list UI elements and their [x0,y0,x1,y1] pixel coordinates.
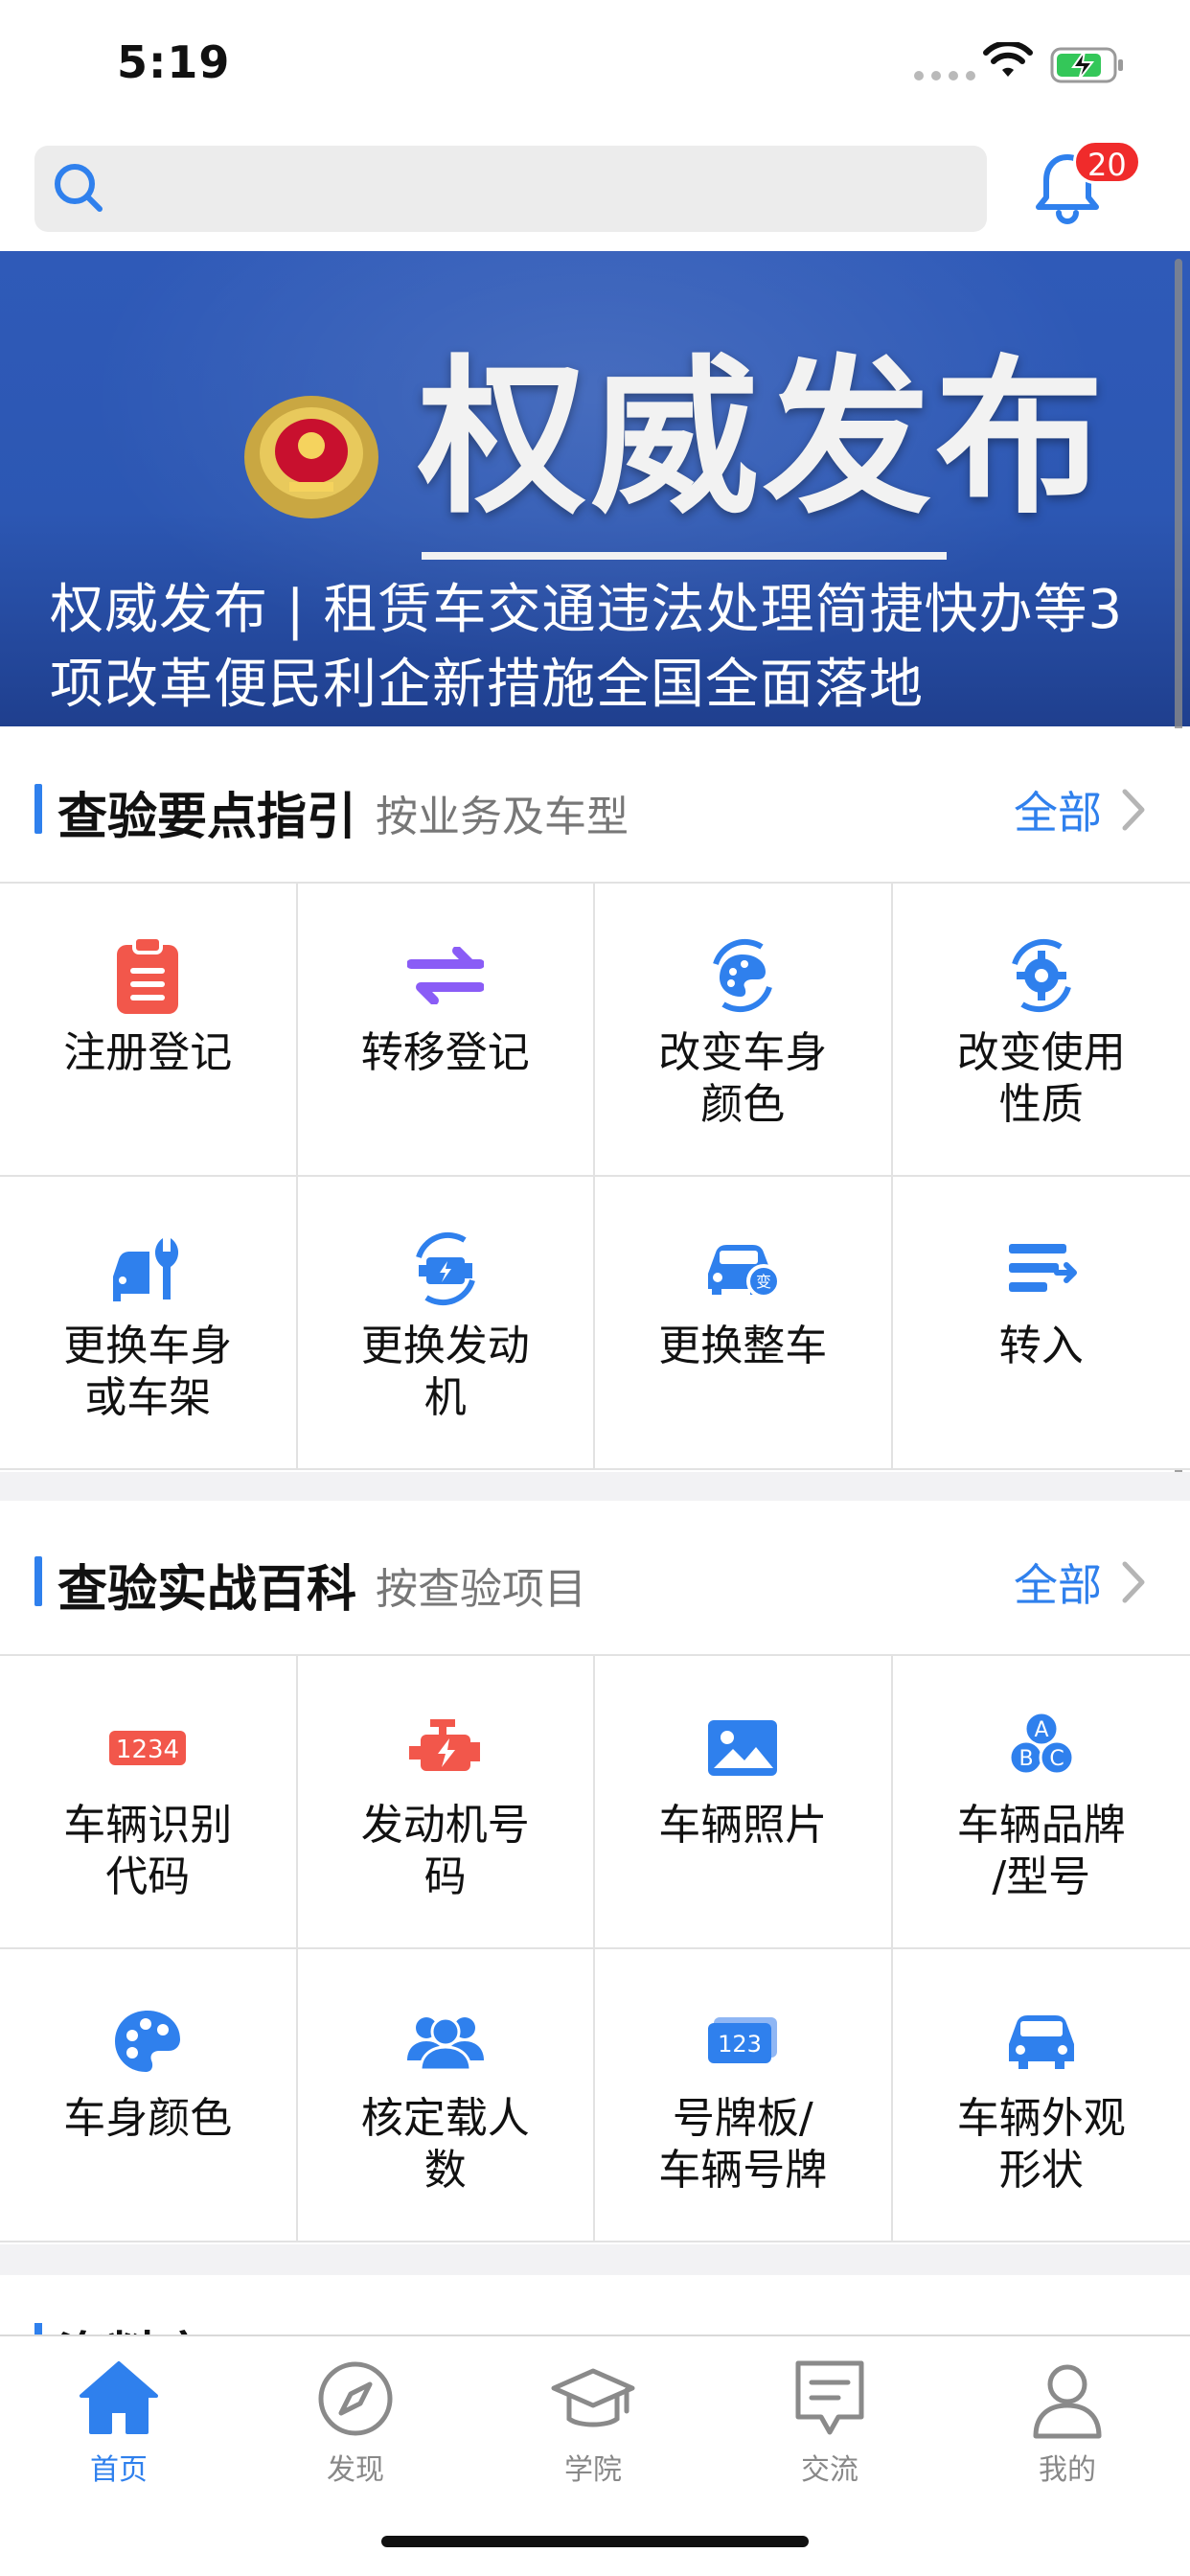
grid-item-vin[interactable]: 1234 车辆识别 代码 [0,1656,298,1949]
palette-refresh-icon [713,938,773,1013]
tab-label: 发现 [327,2453,384,2487]
svg-text:C: C [1049,1747,1064,1771]
grid-item-vehicle-photo[interactable]: 车辆照片 [595,1656,893,1949]
grid-item-replace-body[interactable]: 更换车身 或车架 [0,1177,298,1470]
section-header-inspection-guide: 查验要点指引 按业务及车型 全部 [0,728,1190,884]
cellular-signal-icon [914,71,975,80]
grid-item-label: 车辆照片 [658,1801,828,1850]
section-accent-bar [34,784,42,834]
grid-item-body-color[interactable]: 车身颜色 [0,1949,298,2242]
section-title: 查验要点指引 [57,789,357,846]
grid-item-replace-vehicle[interactable]: 变 更换整车 [595,1177,893,1470]
tab-label: 我的 [1039,2453,1096,2487]
section-accent-bar [34,1556,42,1606]
grid-item-brand-model[interactable]: ABC 车辆品牌 /型号 [892,1656,1190,1949]
grid-item-registration[interactable]: 注册登记 [0,884,298,1177]
abc-icon: AB C [1008,1711,1075,1776]
svg-text:A: A [1034,1718,1048,1742]
grid-item-change-color[interactable]: 改变车身 颜色 [595,884,893,1177]
grid-item-label: 车辆识别 代码 [63,1801,233,1901]
palette-icon [115,2011,181,2072]
chevron-right-icon[interactable] [1119,1560,1148,1604]
grid-item-label: 车身颜色 [63,2094,233,2143]
tab-profile[interactable]: 我的 [972,2356,1163,2499]
photo-icon [708,1720,778,1776]
status-bar: 5:19 [0,0,1190,125]
compass-icon [318,2361,393,2436]
home-icon [80,2361,158,2434]
grid-item-engine-number[interactable]: 发动机号 码 [297,1656,595,1949]
view-all-link[interactable]: 全部 [1014,778,1102,841]
tab-label: 交流 [801,2453,858,2487]
tab-discover[interactable]: 发现 [260,2356,451,2499]
grid-item-passenger-capacity[interactable]: 核定载人 数 [297,1949,595,2242]
section-header-inspection-wiki: 查验实战百科 按查验项目 全部 [0,1501,1190,1656]
transfer-in-icon [1008,1244,1077,1292]
grid-item-label: 改变使用 性质 [956,1028,1126,1129]
clipboard-icon [117,935,179,1014]
inspection-wiki-grid: 1234 车辆识别 代码 发动机号 码 车辆照片 ABC 车辆品牌 /型号 车身… [0,1654,1190,2242]
wifi-icon [983,42,1033,77]
banner-title: 权威发布 [418,340,1109,537]
tab-label: 首页 [90,2453,148,2487]
banner-caption: 权威发布 | 租赁车交通违法处理简捷快办等3项改革便民利企新措施全国全面落地 [50,579,1124,716]
tab-home[interactable]: 首页 [23,2356,215,2499]
section-divider [0,1472,1190,1503]
grid-item-label: 注册登记 [63,1028,233,1077]
grid-item-label: 车辆品牌 /型号 [956,1801,1126,1901]
section-title: 查验实战百科 [57,1561,357,1619]
notification-badge: 20 [1073,140,1141,184]
battery-charging-icon [1050,47,1123,83]
status-time: 5:19 [117,36,231,88]
gear-refresh-icon [1011,938,1071,1013]
section-subtitle: 按业务及车型 [376,793,629,841]
search-input[interactable] [34,146,987,232]
grid-item-transfer[interactable]: 转移登记 [297,884,595,1177]
user-icon [1033,2364,1102,2439]
grid-item-label: 车辆外观 形状 [956,2094,1126,2195]
chevron-right-icon[interactable] [1119,788,1148,832]
svg-text:B: B [1018,1747,1033,1771]
grid-item-transfer-in[interactable]: 转入 [892,1177,1190,1470]
grid-item-label: 更换车身 或车架 [63,1322,233,1422]
car-change-icon: 变 [708,1245,782,1299]
car-wrench-icon [113,1238,179,1301]
svg-text:变: 变 [756,1273,771,1291]
transfer-arrows-icon [406,947,484,1004]
inspection-guide-grid: 注册登记 转移登记 改变车身 颜色 改变使用 性质 更换车身 或车架 更换发动 … [0,882,1190,1470]
police-emblem-icon [244,396,378,518]
section-divider [0,2244,1190,2275]
section-subtitle: 按查验项目 [376,1565,586,1614]
grid-item-label: 转入 [998,1322,1084,1370]
tab-label: 学院 [564,2453,622,2487]
engine-refresh-icon [415,1231,475,1306]
grid-item-label: 更换整车 [658,1322,828,1370]
banner-title-underline [422,552,947,560]
grid-item-vehicle-shape[interactable]: 车辆外观 形状 [892,1949,1190,2242]
tab-academy[interactable]: 学院 [497,2356,689,2499]
engine-icon [408,1719,480,1771]
graduation-cap-icon [551,2368,635,2427]
plate-icon: 123 [708,2017,778,2063]
vin-icon-text: 1234 [116,1736,179,1764]
view-all-link[interactable]: 全部 [1014,1551,1102,1614]
grid-item-license-plate[interactable]: 123 号牌板/ 车辆号牌 [595,1949,893,2242]
car-icon [1008,2015,1074,2069]
tab-community[interactable]: 交流 [734,2356,926,2499]
home-indicator[interactable] [381,2536,809,2547]
vin-icon: 1234 [109,1731,187,1765]
plate-icon-text: 123 [718,2031,762,2058]
grid-item-label: 改变车身 颜色 [658,1028,828,1129]
grid-item-label: 核定载人 数 [360,2094,530,2195]
grid-item-change-usage[interactable]: 改变使用 性质 [892,884,1190,1177]
grid-item-replace-engine[interactable]: 更换发动 机 [297,1177,595,1470]
message-icon [795,2360,864,2435]
people-icon [406,2016,484,2072]
grid-item-label: 更换发动 机 [360,1322,530,1422]
search-icon [55,164,103,212]
grid-item-label: 发动机号 码 [360,1801,530,1901]
banner-carousel[interactable]: 权威发布 权威发布 | 租赁车交通违法处理简捷快办等3项改革便民利企新措施全国全… [0,251,1190,726]
grid-item-label: 转移登记 [360,1028,530,1077]
grid-item-label: 号牌板/ 车辆号牌 [658,2094,828,2195]
